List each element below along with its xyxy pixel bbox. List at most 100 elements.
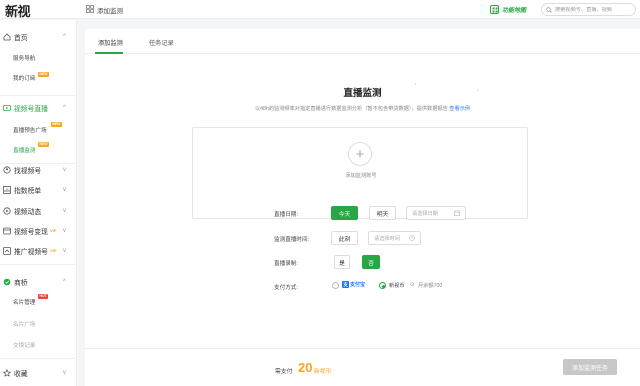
sidebar-subitem-card-plaza[interactable]: 名片广场 bbox=[0, 318, 77, 330]
sidebar-subitem-my-subscriptions[interactable]: 我的订阅 NEW bbox=[0, 72, 77, 84]
page-description: 以48h的监测频率对指定直播进行数据监测分析（暂不包含带货数据），提供数据报告 … bbox=[85, 105, 640, 112]
sidebar-subitem-live-monitor[interactable]: 直播监测 NEW bbox=[0, 142, 77, 156]
add-icon[interactable]: + bbox=[348, 142, 372, 166]
search-input[interactable] bbox=[555, 6, 635, 13]
vip-badge: VIP bbox=[50, 228, 57, 233]
sidebar-subitem-label: 直播监测 bbox=[13, 148, 36, 154]
sidebar-item-label: 推广视频号 bbox=[14, 249, 48, 256]
vip-badge: VIP bbox=[50, 248, 57, 253]
pay-amount-unit: 新视币 bbox=[314, 369, 332, 375]
sidebar-subitem-live-preview-plaza[interactable]: 直播预告广场 NEW bbox=[0, 122, 77, 136]
hot-badge: HOT bbox=[38, 294, 49, 299]
alipay-icon: 支 bbox=[342, 281, 349, 288]
chevron-down-icon: v bbox=[63, 248, 66, 254]
time-picker-input[interactable]: 请选择时间 bbox=[368, 231, 421, 245]
chevron-up-icon: ^ bbox=[63, 34, 66, 40]
search-box[interactable] bbox=[541, 3, 636, 16]
form-row-live-time: 监测直播时间: 此刻 请选择时间 bbox=[85, 231, 640, 246]
feature-map-button[interactable]: 功能地图 bbox=[490, 3, 526, 16]
bridge-icon bbox=[3, 278, 11, 286]
add-monitor-task-button[interactable]: 添加监测任务 bbox=[563, 359, 617, 375]
sidebar-item-label: 视频号直播 bbox=[14, 106, 48, 113]
alipay-radio[interactable] bbox=[332, 282, 339, 289]
video-icon bbox=[3, 207, 11, 215]
ranking-icon bbox=[3, 186, 11, 194]
sidebar-subitem-label: 名片管理 bbox=[13, 300, 36, 306]
help-icon: ⊙ bbox=[410, 282, 415, 288]
view-example-link[interactable]: 查看示例 bbox=[449, 106, 470, 112]
alipay-option[interactable]: 支 支付宝 bbox=[342, 281, 365, 288]
sidebar-subitem-card-management[interactable]: 名片管理 HOT bbox=[0, 294, 77, 308]
sidebar-subitem-service-nav[interactable]: 服务导航 bbox=[0, 52, 77, 64]
sidebar-item-home[interactable]: 首页 ^ bbox=[0, 30, 77, 44]
main-panel: 添加监测 任务记录 ı ı 直播监测 以48h的监测频率对指定直播进行数据监测分… bbox=[85, 29, 640, 386]
sidebar-item-monetize[interactable]: 视频号变现 VIP v bbox=[0, 224, 77, 238]
new-badge: NEW bbox=[51, 122, 62, 127]
chevron-down-icon: v bbox=[63, 228, 66, 234]
chevron-down-icon: v bbox=[63, 208, 66, 214]
add-account-label: 添加监测账号 bbox=[345, 173, 377, 179]
search-icon[interactable] bbox=[546, 6, 552, 13]
live-date-label: 直播日期: bbox=[274, 212, 298, 218]
record-no-button[interactable]: 否 bbox=[362, 255, 380, 269]
sidebar-item-favorites[interactable]: 收藏 v bbox=[0, 366, 77, 380]
xinshi-coin-radio[interactable] bbox=[379, 282, 386, 289]
sidebar-subitem-exchange-records[interactable]: 交换记录 bbox=[0, 339, 77, 351]
sidebar-divider bbox=[0, 95, 77, 96]
logo-subtitle: XINSHI DATA bbox=[6, 14, 24, 17]
tab-task-records[interactable]: 任务记录 bbox=[149, 38, 174, 47]
sidebar-subitem-label: 交换记录 bbox=[13, 343, 36, 349]
description-text: 以48h的监测频率对指定直播进行数据监测分析（暂不包含带货数据），提供数据报告 bbox=[254, 106, 448, 112]
footer-bar: 需支付 20 新视币 添加监测任务 bbox=[85, 348, 640, 386]
breadcrumb: 添加监测 bbox=[97, 8, 123, 15]
sidebar-item-label: 首页 bbox=[14, 35, 28, 42]
tab-bar: 添加监测 任务记录 bbox=[85, 29, 640, 54]
sidebar-item-promote[interactable]: 推广视频号 VIP v bbox=[0, 244, 77, 258]
time-placeholder: 请选择时间 bbox=[374, 235, 400, 242]
xinshi-coin-label[interactable]: 新视币 bbox=[389, 282, 405, 289]
sidebar-divider bbox=[0, 264, 77, 265]
new-badge: NEW bbox=[38, 142, 49, 147]
tab-add-monitor[interactable]: 添加监测 bbox=[98, 38, 123, 47]
sidebar-subitem-label: 直播预告广场 bbox=[13, 128, 47, 134]
sidebar-item-channel-live[interactable]: 视频号直播 ^ bbox=[0, 101, 77, 115]
chevron-up-icon: ^ bbox=[63, 279, 66, 285]
form-row-payment: 支付方式: 支 支付宝 新视币 ⊙ 月余额700 bbox=[85, 279, 640, 294]
calendar-icon bbox=[454, 210, 460, 216]
sidebar-item-label: 收藏 bbox=[14, 371, 28, 378]
sidebar-item-label: 商桥 bbox=[14, 280, 28, 287]
page-title: 直播监测 bbox=[343, 88, 382, 99]
apps-grid-icon[interactable] bbox=[86, 5, 94, 13]
live-time-label: 监测直播时间: bbox=[274, 237, 310, 243]
sidebar-item-label: 视频号变现 bbox=[14, 229, 48, 236]
sidebar-item-label: 指数榜单 bbox=[14, 188, 42, 195]
monetize-icon bbox=[3, 227, 11, 235]
today-button[interactable]: 今天 bbox=[331, 206, 358, 220]
live-icon bbox=[3, 105, 11, 111]
form-row-recording: 直播录制: 是 否 bbox=[85, 255, 640, 270]
new-badge: NEW bbox=[38, 72, 49, 77]
date-picker-input[interactable]: 请选择日期 bbox=[406, 206, 466, 220]
tomorrow-button[interactable]: 明天 bbox=[369, 206, 396, 220]
date-placeholder: 请选择日期 bbox=[412, 210, 438, 217]
feature-map-icon bbox=[490, 5, 499, 14]
chevron-down-icon: v bbox=[63, 370, 66, 376]
sidebar-item-business-bridge[interactable]: 商桥 ^ bbox=[0, 275, 77, 289]
balance-text: 月余额700 bbox=[418, 283, 443, 289]
alipay-label: 支付宝 bbox=[350, 282, 366, 288]
logo[interactable]: 新视 bbox=[5, 1, 31, 20]
star-icon bbox=[3, 369, 11, 377]
sidebar-item-find-channel[interactable]: 找视频号 v bbox=[0, 163, 77, 177]
home-icon bbox=[3, 33, 11, 41]
record-yes-button[interactable]: 是 bbox=[334, 255, 350, 269]
sidebar-divider bbox=[0, 358, 77, 359]
now-button[interactable]: 此刻 bbox=[331, 231, 358, 245]
chevron-up-icon: ^ bbox=[63, 105, 66, 111]
sidebar-item-video-feed[interactable]: 视频动态 v bbox=[0, 204, 77, 218]
pay-amount: 20 bbox=[298, 360, 313, 375]
sidebar-item-index-ranking[interactable]: 指数榜单 v bbox=[0, 183, 77, 197]
form-row-live-date: 直播日期: 今天 明天 请选择日期 bbox=[85, 206, 640, 221]
clock-icon bbox=[409, 235, 415, 241]
active-tab-indicator bbox=[95, 52, 123, 54]
sidebar-subitem-label: 名片广场 bbox=[13, 322, 36, 328]
